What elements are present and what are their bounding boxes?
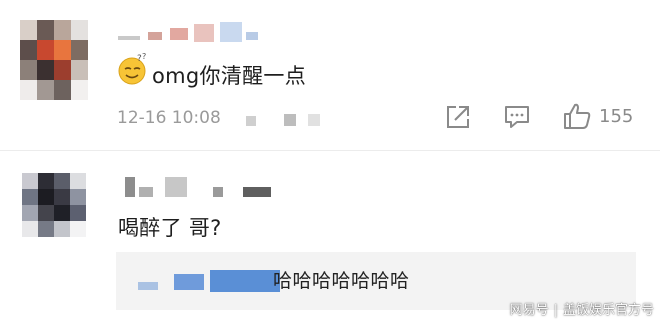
- timestamp: 12-16 10:08: [117, 108, 221, 128]
- svg-text:?: ?: [142, 52, 146, 61]
- reply-text: 哈哈哈哈哈哈哈: [273, 270, 410, 292]
- comment-icon[interactable]: [503, 104, 531, 130]
- watermark-separator: |: [553, 303, 558, 318]
- avatar[interactable]: [20, 20, 88, 100]
- watermark: 网易号 | 盖饭娱乐官方号: [510, 299, 654, 318]
- comment-text: 喝醉了 哥?: [118, 216, 222, 240]
- avatar[interactable]: [22, 173, 86, 237]
- comment-text: omg你清醒一点: [152, 64, 307, 88]
- like-count: 155: [599, 106, 634, 127]
- share-icon[interactable]: [445, 104, 471, 130]
- watermark-source: 网易号: [509, 303, 549, 318]
- username-redacted[interactable]: [125, 173, 285, 199]
- reply-username-redacted[interactable]: [138, 268, 280, 292]
- sweat-smile-emoji-icon: ? ?: [118, 52, 146, 85]
- comment-item-1: ? ? omg你清醒一点 12-16 10:08 155: [0, 0, 660, 150]
- username-redacted[interactable]: [118, 18, 278, 48]
- thumbs-up-icon[interactable]: [562, 101, 592, 131]
- source-redacted: [246, 112, 326, 128]
- watermark-account: 盖饭娱乐官方号: [562, 303, 654, 318]
